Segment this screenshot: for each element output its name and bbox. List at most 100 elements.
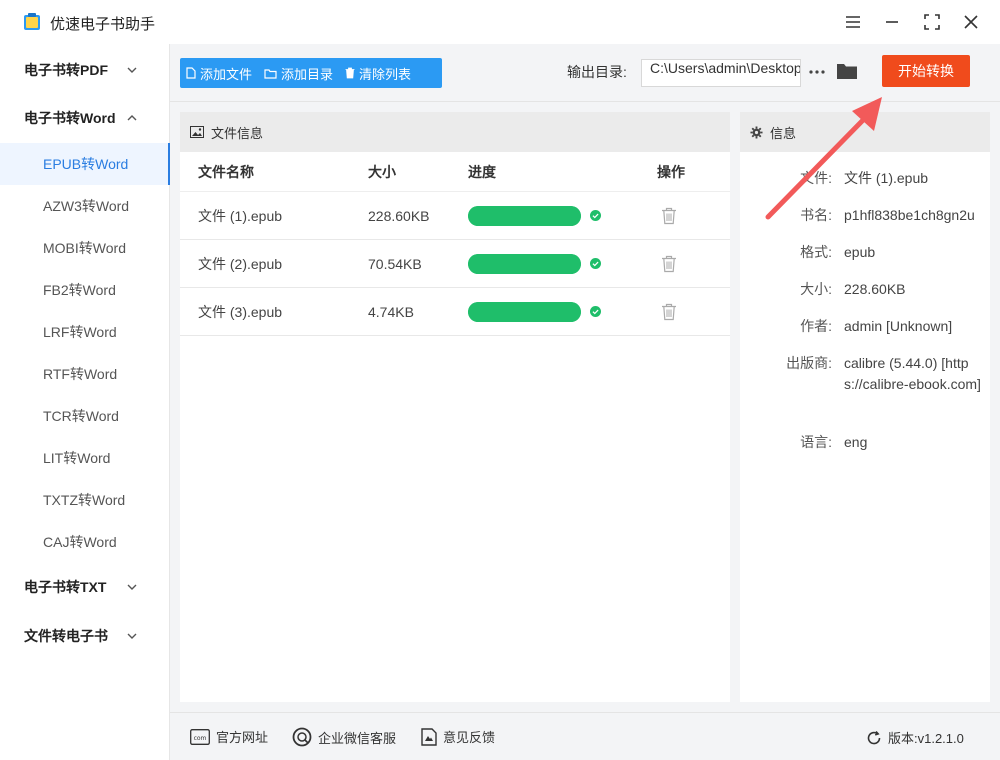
- sidebar-item-label: LIT转Word: [43, 450, 111, 466]
- info-key: 书名:: [800, 207, 832, 223]
- menu-button[interactable]: [841, 10, 865, 34]
- progress-bar-fill: [468, 253, 581, 274]
- progress-bar: [468, 253, 581, 274]
- info-value: calibre (5.44.0) [https://calibre-ebook.…: [844, 355, 981, 392]
- sidebar-item-label: TCR转Word: [43, 408, 119, 424]
- chat-bubble-icon: [292, 727, 312, 747]
- check-circle-icon: [590, 306, 601, 317]
- sidebar-group-label: 电子书转PDF: [24, 62, 108, 78]
- feedback-icon: [421, 727, 437, 746]
- sidebar-item-lrf-word[interactable]: LRF转Word: [0, 311, 170, 353]
- browse-more-button[interactable]: [807, 60, 827, 84]
- sidebar-item-label: LRF转Word: [43, 324, 117, 340]
- open-folder-icon[interactable]: [836, 61, 858, 81]
- toolbar: 添加文件 添加目录 清除列表 输出目录: C:\Users\admin\Desk…: [170, 44, 1000, 102]
- info-value: 228.60KB: [844, 281, 906, 297]
- progress-bar: [468, 205, 581, 226]
- wechat-service-label: 企业微信客服: [318, 730, 397, 746]
- file-size-cell: 4.74KB: [368, 303, 414, 320]
- output-dir-field[interactable]: C:\Users\admin\Desktop: [641, 59, 801, 87]
- refresh-icon: [867, 730, 881, 744]
- official-website-link[interactable]: com 官方网址: [190, 727, 268, 746]
- info-value: eng: [844, 434, 868, 450]
- website-icon: com: [190, 728, 210, 745]
- file-table-header: 文件名称 大小 进度 操作: [180, 152, 730, 192]
- sidebar-item-epub-word[interactable]: EPUB转Word: [0, 143, 170, 185]
- close-icon: [964, 15, 978, 29]
- maximize-button[interactable]: [920, 10, 944, 34]
- wechat-service-link[interactable]: 企业微信客服: [292, 727, 396, 747]
- column-size-header: 大小: [368, 163, 396, 180]
- delete-button[interactable]: [661, 192, 677, 239]
- app-logo-icon: [24, 13, 40, 30]
- table-row[interactable]: 文件 (3).epub 4.74KB: [180, 288, 730, 336]
- trash-icon: [662, 255, 676, 272]
- sidebar-item-tcr-word[interactable]: TCR转Word: [0, 395, 170, 437]
- sidebar-item-label: EPUB转Word: [43, 156, 129, 172]
- minimize-button[interactable]: [880, 10, 904, 34]
- info-panel-title: 信息: [770, 125, 797, 141]
- gear-icon: [750, 125, 763, 139]
- check-circle-icon: [590, 210, 601, 221]
- sidebar-group-word[interactable]: 电子书转Word: [0, 94, 170, 142]
- sidebar-group-to-ebook[interactable]: 文件转电子书: [0, 612, 170, 660]
- progress-bar-fill: [468, 205, 581, 226]
- info-key: 格式:: [800, 244, 832, 260]
- progress-cell: [468, 192, 601, 239]
- trash-icon: [662, 207, 676, 224]
- folder-outline-icon: [264, 68, 277, 79]
- sidebar: 电子书转PDF 电子书转Word EPUB转Word AZW3转Word MOB…: [0, 44, 170, 760]
- table-row[interactable]: 文件 (1).epub 228.60KB: [180, 192, 730, 240]
- info-panel-header: 信息: [740, 112, 990, 152]
- chevron-down-icon: [127, 67, 137, 73]
- version-info: 版本:v1.2.1.0: [866, 728, 964, 747]
- feedback-label: 意见反馈: [443, 730, 496, 745]
- start-convert-button[interactable]: 开始转换: [882, 55, 970, 87]
- close-button[interactable]: [959, 10, 983, 34]
- chevron-up-icon: [127, 115, 137, 121]
- maximize-icon: [924, 14, 940, 30]
- file-info-panel: 文件信息 文件名称 大小 进度 操作 文件 (1).epub 228.60KB …: [180, 112, 730, 702]
- sidebar-item-fb2-word[interactable]: FB2转Word: [0, 269, 170, 311]
- sidebar-item-caj-word[interactable]: CAJ转Word: [0, 521, 170, 563]
- clear-list-button[interactable]: 清除列表: [339, 58, 417, 88]
- progress-bar-fill: [468, 301, 581, 322]
- trash-icon: [662, 303, 676, 320]
- column-progress-header: 进度: [468, 163, 496, 180]
- delete-button[interactable]: [661, 240, 677, 287]
- sidebar-item-mobi-word[interactable]: MOBI转Word: [0, 227, 170, 269]
- file-icon: [186, 67, 196, 79]
- sidebar-group-pdf[interactable]: 电子书转PDF: [0, 46, 170, 94]
- file-size-cell: 70.54KB: [368, 255, 422, 272]
- add-file-button[interactable]: 添加文件: [180, 58, 258, 88]
- table-row[interactable]: 文件 (2).epub 70.54KB: [180, 240, 730, 288]
- add-directory-button[interactable]: 添加目录: [258, 58, 339, 88]
- image-icon: [190, 126, 204, 138]
- add-directory-label: 添加目录: [281, 66, 334, 82]
- feedback-link[interactable]: 意见反馈: [421, 727, 495, 746]
- sidebar-item-label: AZW3转Word: [43, 198, 130, 214]
- footer: com 官方网址 企业微信客服 意见反馈 版本:v1.2.1.0: [170, 712, 1000, 760]
- sidebar-group-txt[interactable]: 电子书转TXT: [0, 563, 170, 611]
- info-value: admin [Unknown]: [844, 318, 953, 334]
- minimize-icon: [886, 21, 898, 23]
- column-name-header: 文件名称: [198, 163, 254, 180]
- add-file-label: 添加文件: [200, 66, 253, 82]
- chevron-down-icon: [127, 633, 137, 639]
- clear-list-label: 清除列表: [359, 66, 412, 82]
- info-key: 作者:: [800, 318, 832, 334]
- title-bar: 优速电子书助手: [0, 0, 1000, 44]
- chevron-down-icon: [127, 584, 137, 590]
- version-label: 版本:v1.2.1.0: [888, 731, 964, 746]
- sidebar-group-label: 电子书转TXT: [24, 579, 107, 595]
- info-value: 文件 (1).epub: [844, 170, 929, 186]
- sidebar-item-lit-word[interactable]: LIT转Word: [0, 437, 170, 479]
- sidebar-item-txtz-word[interactable]: TXTZ转Word: [0, 479, 170, 521]
- info-panel: 信息 文件: 文件 (1).epub 书名: p1hfl838be1ch8gn2…: [740, 112, 990, 702]
- sidebar-item-rtf-word[interactable]: RTF转Word: [0, 353, 170, 395]
- file-name-cell: 文件 (2).epub: [198, 255, 283, 272]
- sidebar-item-azw3-word[interactable]: AZW3转Word: [0, 185, 170, 227]
- info-key: 文件:: [800, 170, 832, 186]
- check-circle-icon: [590, 258, 601, 269]
- delete-button[interactable]: [661, 288, 677, 335]
